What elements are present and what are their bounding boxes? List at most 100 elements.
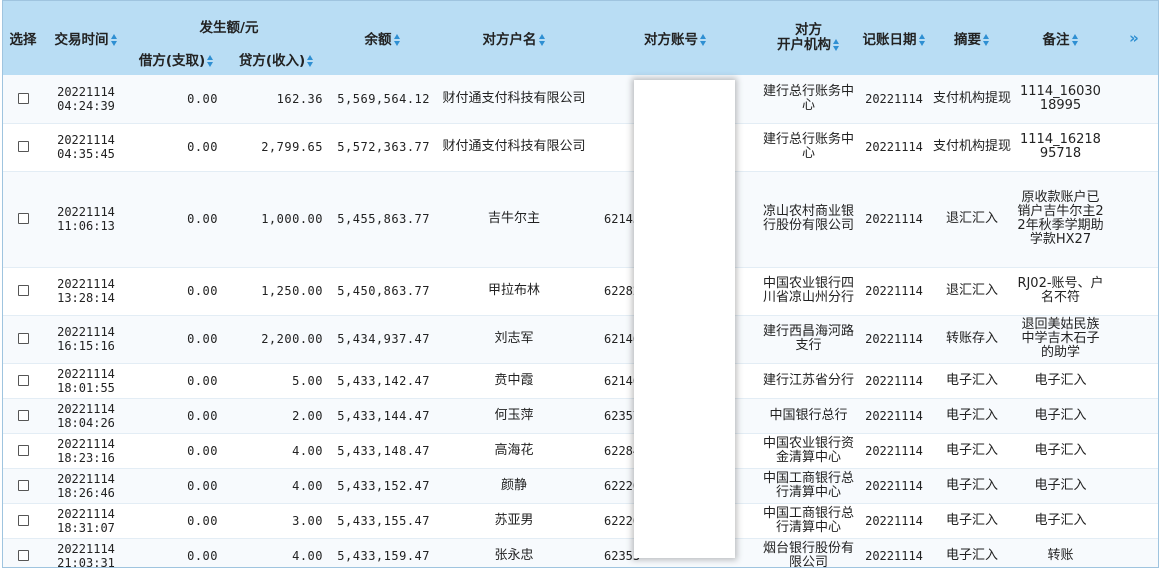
trade-clock: 18:23:16 bbox=[57, 450, 115, 465]
table-row[interactable]: 20221114 18:26:46 0.00 4.00 5,433,152.47 颜静 62… bbox=[3, 468, 1158, 504]
col-amount-group: 发生额/元 bbox=[129, 1, 329, 42]
cell-debit: 0.00 bbox=[129, 433, 224, 469]
row-checkbox[interactable] bbox=[17, 333, 29, 344]
trade-date: 20221114 bbox=[57, 277, 115, 291]
row-checkbox[interactable] bbox=[17, 374, 29, 386]
row-checkbox[interactable] bbox=[17, 514, 29, 526]
cell-summary: 电子汇入 bbox=[930, 538, 1014, 567]
transaction-table: 选择 交易时间 发生额/元 余额 对方户名 对方账号 对方 开户机构 记账日期 摘… bbox=[3, 1, 1158, 567]
cell-balance: 5,433,142.47 bbox=[329, 363, 436, 399]
cell-summary: 电子汇入 bbox=[930, 363, 1014, 399]
sort-icon[interactable] bbox=[538, 34, 546, 46]
row-select-cell[interactable] bbox=[3, 123, 43, 172]
cell-debit: 0.00 bbox=[129, 123, 224, 172]
cell-book-date: 20221114 bbox=[858, 433, 930, 469]
cell-debit: 0.00 bbox=[129, 503, 224, 539]
col-credit-label: 贷方(收入) bbox=[238, 52, 306, 69]
cell-party-name: 何玉萍 bbox=[436, 398, 592, 434]
row-checkbox[interactable] bbox=[17, 213, 29, 224]
sort-icon[interactable] bbox=[983, 34, 990, 46]
cell-book-date: 20221114 bbox=[858, 267, 930, 316]
row-checkbox[interactable] bbox=[17, 479, 29, 491]
col-party-name-label: 对方户名 bbox=[482, 32, 537, 48]
sort-icon[interactable] bbox=[918, 34, 926, 46]
table-row[interactable]: 20221114 18:31:07 0.00 3.00 5,433,155.47 苏亚男 6… bbox=[3, 503, 1158, 539]
row-select-cell[interactable] bbox=[3, 538, 43, 567]
col-remark-label: 备注 bbox=[1042, 32, 1070, 48]
transaction-grid: 选择 交易时间 发生额/元 余额 对方户名 对方账号 对方 开户机构 记账日期 摘… bbox=[2, 0, 1159, 568]
cell-party-bank: 建行江苏省分行 bbox=[759, 363, 858, 399]
table-row[interactable]: 20221114 13:28:14 0.00 1,250.00 5,450,863.77… bbox=[3, 267, 1158, 316]
sort-icon[interactable] bbox=[393, 34, 401, 46]
row-select-cell[interactable] bbox=[3, 398, 43, 434]
table-row[interactable]: 20221114 04:24:39 0.00 162.36 5,569,564.12 财付… bbox=[3, 75, 1158, 124]
double-chevron-right-icon[interactable]: » bbox=[1129, 29, 1139, 47]
table-row[interactable]: 20221114 18:01:55 0.00 5.00 5,433,142.47 贲中霞 6… bbox=[3, 363, 1158, 399]
cell-trade-time: 20221114 18:31:07 bbox=[43, 503, 129, 539]
cell-credit: 162.36 bbox=[224, 75, 329, 124]
cell-trade-time: 20221114 18:01:55 bbox=[43, 363, 129, 399]
col-credit[interactable]: 贷方(收入) bbox=[224, 42, 329, 75]
cell-credit: 4.00 bbox=[224, 433, 329, 469]
col-party-name[interactable]: 对方户名 bbox=[436, 1, 592, 75]
row-select-cell[interactable] bbox=[3, 75, 43, 124]
cell-book-date: 20221114 bbox=[858, 363, 930, 399]
row-checkbox[interactable] bbox=[17, 141, 29, 152]
sort-icon[interactable] bbox=[700, 34, 707, 46]
sort-icon[interactable] bbox=[207, 54, 214, 67]
sort-icon[interactable] bbox=[110, 34, 118, 46]
row-select-cell[interactable] bbox=[3, 363, 43, 399]
col-select-label: 选择 bbox=[9, 32, 37, 48]
cell-spacer bbox=[1107, 433, 1158, 469]
sort-icon[interactable] bbox=[833, 39, 840, 51]
row-checkbox[interactable] bbox=[17, 285, 29, 296]
row-checkbox[interactable] bbox=[17, 92, 29, 104]
col-book-date[interactable]: 记账日期 bbox=[858, 1, 930, 75]
cell-party-bank: 烟台银行股份有限公司 bbox=[759, 538, 858, 567]
table-row[interactable]: 20221114 21:03:31 0.00 4.00 5,433,159.47 张永忠 6… bbox=[3, 538, 1158, 567]
col-debit[interactable]: 借方(支取) bbox=[129, 42, 224, 75]
cell-debit: 0.00 bbox=[129, 538, 224, 567]
expand-columns-button[interactable]: » bbox=[1107, 1, 1158, 75]
row-select-cell[interactable] bbox=[3, 267, 43, 316]
row-select-cell[interactable] bbox=[3, 433, 43, 469]
cell-summary: 支付机构提现 bbox=[930, 123, 1014, 172]
col-party-account[interactable]: 对方账号 bbox=[592, 1, 759, 75]
cell-spacer bbox=[1107, 503, 1158, 539]
cell-spacer bbox=[1107, 468, 1158, 504]
cell-credit: 2,200.00 bbox=[224, 315, 329, 364]
cell-debit: 0.00 bbox=[129, 267, 224, 316]
row-checkbox[interactable] bbox=[17, 549, 29, 561]
table-row[interactable]: 20221114 18:23:16 0.00 4.00 5,433,148.47 高海花 6… bbox=[3, 433, 1158, 469]
row-select-cell[interactable] bbox=[3, 315, 43, 364]
col-balance[interactable]: 余额 bbox=[329, 1, 436, 75]
cell-remark: 电子汇入 bbox=[1014, 398, 1107, 434]
col-party-bank[interactable]: 对方 开户机构 bbox=[759, 1, 858, 75]
col-remark[interactable]: 备注 bbox=[1014, 1, 1107, 75]
row-select-cell[interactable] bbox=[3, 468, 43, 504]
row-select-cell[interactable] bbox=[3, 171, 43, 268]
col-summary-label: 摘要 bbox=[954, 32, 981, 48]
cell-credit: 5.00 bbox=[224, 363, 329, 399]
row-select-cell[interactable] bbox=[3, 503, 43, 539]
cell-debit: 0.00 bbox=[129, 171, 224, 268]
cell-remark: 电子汇入 bbox=[1014, 433, 1107, 469]
row-checkbox[interactable] bbox=[17, 444, 29, 456]
col-summary[interactable]: 摘要 bbox=[930, 1, 1014, 75]
trade-date: 20221114 bbox=[57, 325, 115, 339]
col-party-bank-label-2: 开户机构 bbox=[777, 37, 831, 53]
cell-credit: 1,250.00 bbox=[224, 267, 329, 316]
col-book-date-label: 记账日期 bbox=[862, 32, 917, 48]
cell-party-name: 财付通支付科技有限公司 bbox=[436, 75, 592, 124]
sort-icon[interactable] bbox=[1071, 34, 1079, 46]
table-row[interactable]: 20221114 18:04:26 0.00 2.00 5,433,144.47 何玉萍 6… bbox=[3, 398, 1158, 434]
col-trade-time[interactable]: 交易时间 bbox=[43, 1, 129, 75]
table-row[interactable]: 20221114 16:15:16 0.00 2,200.00 5,434,937.47… bbox=[3, 315, 1158, 364]
row-checkbox[interactable] bbox=[17, 409, 29, 421]
trade-clock: 18:01:55 bbox=[57, 380, 115, 395]
sort-icon[interactable] bbox=[307, 54, 314, 67]
trade-clock: 18:31:07 bbox=[57, 520, 115, 535]
table-row[interactable]: 20221114 04:35:45 0.00 2,799.65 5,572,363.77… bbox=[3, 123, 1158, 172]
cell-party-bank: 中国银行总行 bbox=[759, 398, 858, 434]
table-row[interactable]: 20221114 11:06:13 0.00 1,000.00 5,455,863.77… bbox=[3, 171, 1158, 268]
